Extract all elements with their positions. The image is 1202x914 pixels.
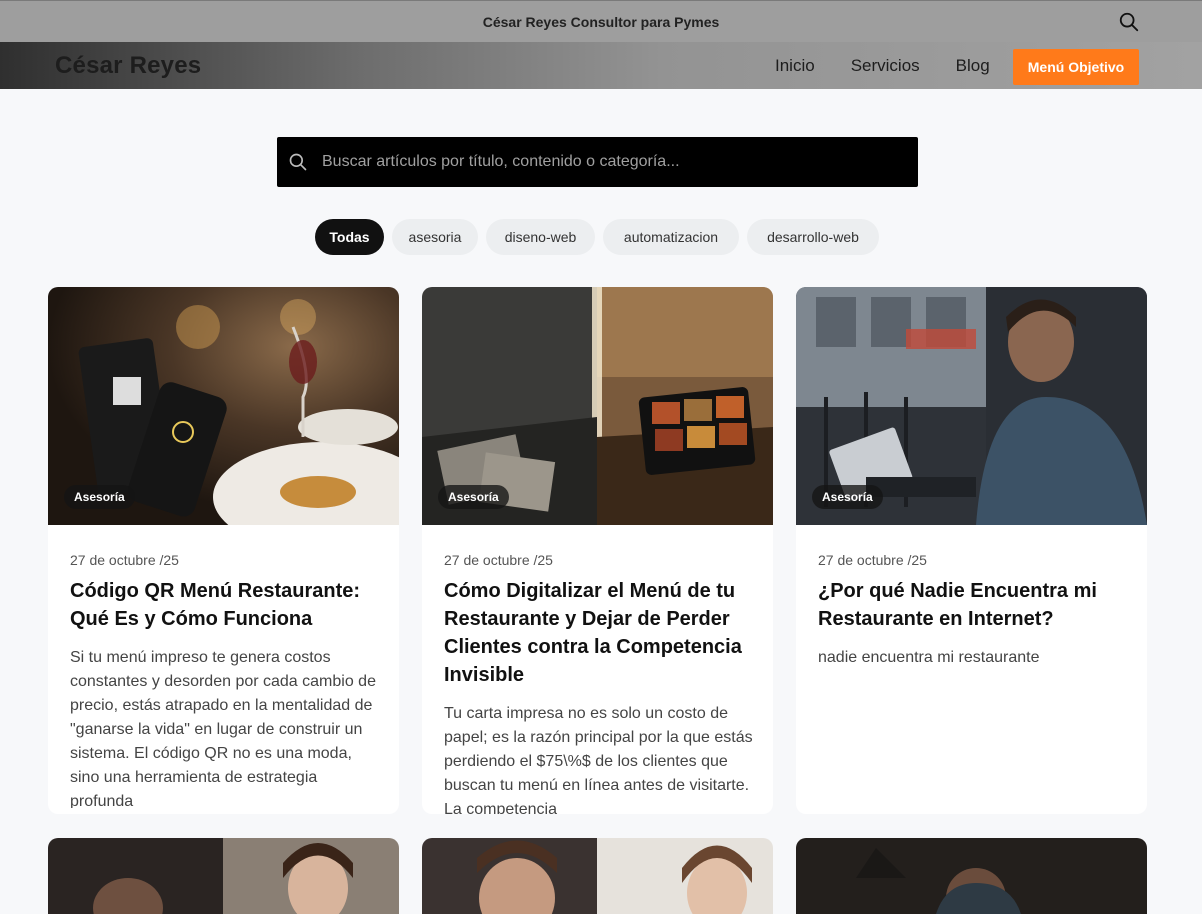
post-excerpt: nadie encuentra mi restaurante [818,649,1040,666]
main-navbar: César Reyes Inicio Servicios Blog Menú O… [0,42,1202,89]
site-tagline: César Reyes Consultor para Pymes [482,13,720,30]
search-icon[interactable] [1118,11,1140,33]
post-thumbnail[interactable]: Asesoría [48,287,399,525]
article-search-input[interactable] [322,137,902,187]
post-card-thumbnail[interactable] [796,838,1147,914]
search-icon [289,153,307,171]
post-thumbnail[interactable]: Asesoría [796,287,1147,525]
filter-chip-desarrollo-web[interactable]: desarrollo-web [747,219,879,255]
post-card[interactable]: Asesoría 27 de octubre /25 Código QR Men… [48,287,399,814]
post-card-thumbnail[interactable] [422,838,773,914]
post-title[interactable]: Código QR Menú Restaurante: Qué Es y Cóm… [70,577,380,633]
post-card[interactable]: Asesoría 27 de octubre /25 ¿Por qué Nadi… [796,287,1147,814]
category-badge: Asesoría [812,485,883,509]
post-card-thumbnail[interactable] [48,838,399,914]
filter-chip-asesoria[interactable]: asesoria [392,219,478,255]
category-badge: Asesoría [438,485,509,509]
menu-objetivo-button[interactable]: Menú Objetivo [1013,49,1139,85]
article-search-bar [277,137,918,187]
site-topbar: César Reyes Consultor para Pymes [0,0,1202,42]
nav-link-blog[interactable]: Blog [956,56,990,76]
post-excerpt: Tu carta impresa no es solo un costo de … [444,705,753,814]
filter-chip-automatizacion[interactable]: automatizacion [603,219,739,255]
filter-chip-todas[interactable]: Todas [315,219,384,255]
category-badge: Asesoría [64,485,135,509]
filter-chip-diseno-web[interactable]: diseno-web [486,219,595,255]
nav-link-servicios[interactable]: Servicios [851,56,920,76]
nav-links: Inicio Servicios Blog [775,56,1026,76]
post-card[interactable]: Asesoría 27 de octubre /25 Cómo Digitali… [422,287,773,814]
category-filters: Todas asesoria diseno-web automatizacion… [0,219,1202,255]
post-title[interactable]: ¿Por qué Nadie Encuentra mi Restaurante … [818,577,1128,633]
post-date: 27 de octubre /25 [818,552,927,568]
post-title[interactable]: Cómo Digitalizar el Menú de tu Restauran… [444,577,754,689]
post-thumbnail[interactable]: Asesoría [422,287,773,525]
post-date: 27 de octubre /25 [444,552,553,568]
brand-logo[interactable]: César Reyes [55,52,201,80]
post-excerpt: Si tu menú impreso te genera costos cons… [70,649,376,808]
nav-link-inicio[interactable]: Inicio [775,56,815,76]
post-date: 27 de octubre /25 [70,552,179,568]
